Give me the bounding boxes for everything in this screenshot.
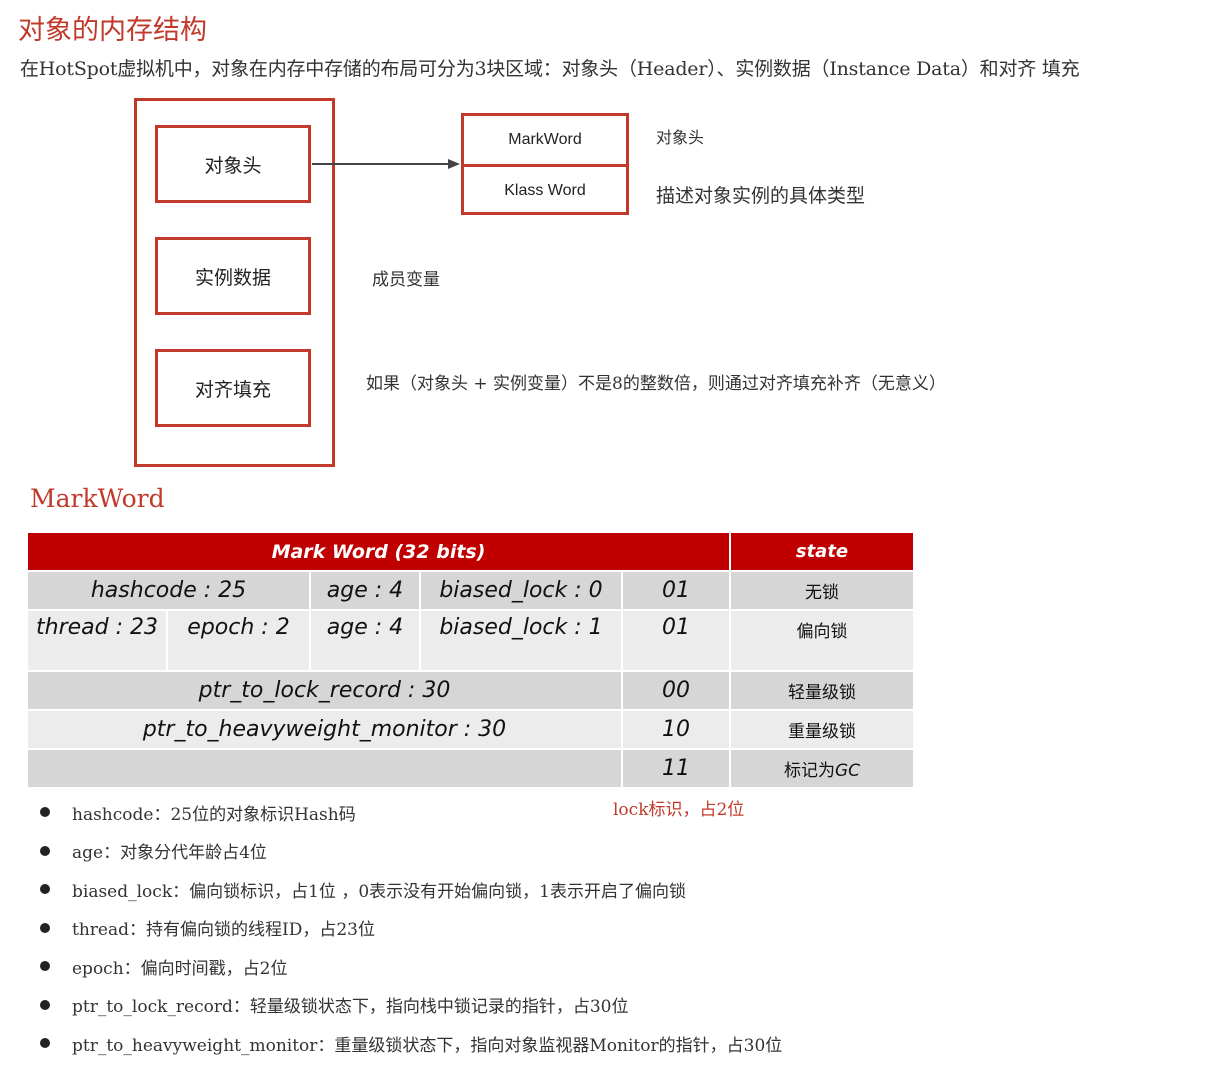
bullet-icon [40, 807, 50, 818]
cell-lock-bits: 00 [622, 671, 731, 711]
page-title: 对象的内存结构 [18, 15, 207, 46]
bullet-icon [40, 884, 50, 895]
list-item-text: ptr_to_lock_record：轻量级锁状态下，指向栈中锁记录的指针，占3… [72, 997, 629, 1018]
list-item: ptr_to_heavyweight_monitor：重量级锁状态下，指向对象监… [36, 1024, 782, 1063]
list-item: hashcode：25位的对象标识Hash码 [36, 793, 782, 832]
cell-lock-bits: 10 [622, 710, 731, 750]
table-row: ptr_to_lock_record : 30 00 轻量级锁 [28, 671, 915, 711]
bullet-icon [40, 1038, 50, 1049]
bullet-icon [40, 999, 50, 1010]
markword-section-title: MarkWord [30, 484, 165, 513]
cell-biased-lock: biased_lock : 0 [420, 571, 623, 611]
object-header-box: 对象头 [155, 125, 311, 203]
instance-data-box: 实例数据 [155, 237, 311, 315]
cell-state: 无锁 [730, 571, 915, 611]
cell-state: 标记为GC [730, 749, 915, 789]
bullet-icon [40, 845, 50, 856]
state-prefix: 标记为 [783, 761, 835, 781]
header-detail-box: MarkWord Klass Word [461, 113, 629, 215]
padding-box: 对齐填充 [155, 349, 311, 427]
bullet-icon [40, 922, 50, 933]
cell-state: 偏向锁 [730, 610, 915, 672]
instance-note: 成员变量 [372, 270, 440, 290]
bullet-icon [40, 961, 50, 972]
table-row: hashcode : 25 age : 4 biased_lock : 0 01… [28, 571, 915, 611]
klass-note: 描述对象实例的具体类型 [656, 185, 866, 207]
table-row: ptr_to_heavyweight_monitor : 30 10 重量级锁 [28, 710, 915, 750]
cell-state: 重量级锁 [730, 710, 915, 750]
table-header-row: Mark Word (32 bits) state [28, 533, 915, 572]
arrow-icon [312, 159, 460, 169]
cell-empty [28, 749, 623, 789]
markword-cell: MarkWord [508, 131, 582, 148]
cell-lock-bits: 01 [622, 571, 731, 611]
cell-epoch: epoch : 2 [167, 610, 311, 672]
cell-hashcode: hashcode : 25 [28, 571, 311, 611]
cell-ptr-lock-record: ptr_to_lock_record : 30 [28, 671, 623, 711]
padding-note: 如果（对象头 + 实例变量）不是8的整数倍，则通过对齐填充补齐（无意义） [366, 374, 946, 394]
table-row: 11 标记为GC [28, 749, 915, 789]
list-item: thread：持有偏向锁的线程ID，占23位 [36, 909, 782, 948]
cell-state: 轻量级锁 [730, 671, 915, 711]
list-item-text: ptr_to_heavyweight_monitor：重量级锁状态下，指向对象监… [72, 1035, 783, 1056]
cell-lock-bits: 01 [622, 610, 731, 672]
intro-text: 在HotSpot虚拟机中，对象在内存中存储的布局可分为3块区域：对象头（Head… [20, 58, 1080, 80]
list-item: age：对象分代年龄占4位 [36, 832, 782, 871]
cell-lock-bits: 11 [622, 749, 731, 789]
field-description-list: hashcode：25位的对象标识Hash码 age：对象分代年龄占4位 bia… [36, 793, 782, 1063]
list-item: biased_lock：偏向锁标识，占1位 ，0表示没有开始偏向锁，1表示开启了… [36, 870, 782, 909]
cell-ptr-heavyweight-monitor: ptr_to_heavyweight_monitor : 30 [28, 710, 623, 750]
list-item-text: biased_lock：偏向锁标识，占1位 ，0表示没有开始偏向锁，1表示开启了… [72, 881, 686, 902]
cell-biased-lock: biased_lock : 1 [420, 610, 623, 672]
list-item: ptr_to_lock_record：轻量级锁状态下，指向栈中锁记录的指针，占3… [36, 986, 782, 1025]
header-state: state [730, 533, 915, 572]
table-row: thread : 23 epoch : 2 age : 4 biased_loc… [28, 610, 915, 672]
markword-table: Mark Word (32 bits) state hashcode : 25 … [28, 533, 915, 789]
list-item-text: epoch：偏向时间戳，占2位 [72, 958, 288, 979]
klass-word-cell: Klass Word [504, 182, 586, 199]
header-mark-word: Mark Word (32 bits) [28, 533, 731, 572]
cell-age: age : 4 [310, 610, 421, 672]
cell-thread: thread : 23 [28, 610, 168, 672]
list-item: epoch：偏向时间戳，占2位 [36, 947, 782, 986]
state-suffix: GC [834, 761, 861, 781]
markword-note: 对象头 [656, 128, 705, 147]
list-item-text: age：对象分代年龄占4位 [72, 843, 267, 864]
list-item-text: hashcode：25位的对象标识Hash码 [72, 804, 356, 825]
list-item-text: thread：持有偏向锁的线程ID，占23位 [72, 920, 375, 941]
cell-age: age : 4 [310, 571, 421, 611]
